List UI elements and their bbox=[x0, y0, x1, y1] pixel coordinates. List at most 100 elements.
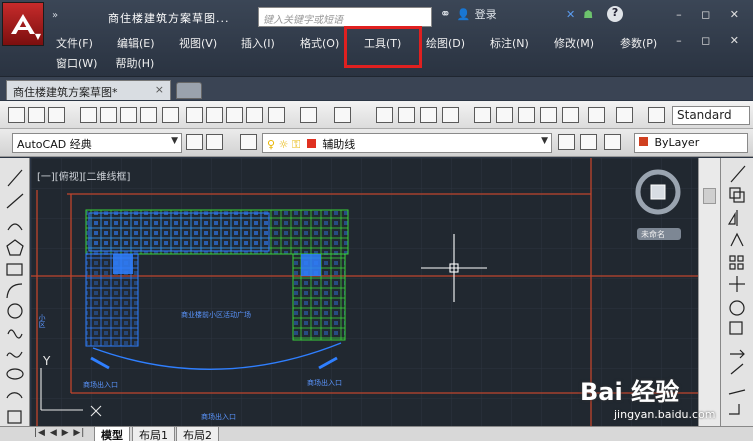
quickcalc-icon[interactable] bbox=[588, 107, 605, 123]
layer-states-icon[interactable] bbox=[604, 134, 621, 150]
workspace-settings-icon[interactable] bbox=[186, 134, 203, 150]
revision-cloud-icon bbox=[7, 329, 23, 339]
match-properties-icon[interactable] bbox=[246, 107, 263, 123]
properties-icon[interactable] bbox=[474, 107, 491, 123]
print-icon[interactable] bbox=[80, 107, 97, 123]
login-button[interactable]: 登录 bbox=[475, 6, 497, 22]
help-icon[interactable] bbox=[616, 107, 633, 123]
autocad-logo-icon bbox=[11, 14, 35, 34]
plot-icon[interactable] bbox=[140, 107, 157, 123]
scale-icon bbox=[729, 321, 743, 335]
side-label: 小区 bbox=[38, 314, 46, 328]
layer-select[interactable]: ♀ ☼ ⚿ 辅助线 ▼ bbox=[262, 133, 552, 153]
tab-layout1[interactable]: 布局1 bbox=[132, 427, 175, 441]
close-icon[interactable]: × bbox=[155, 83, 164, 96]
color-select[interactable]: ByLayer bbox=[634, 133, 748, 153]
offset-icon bbox=[730, 232, 744, 247]
vertical-scrollbar[interactable] bbox=[698, 158, 720, 426]
tab-layout2[interactable]: 布局2 bbox=[176, 427, 219, 441]
extend-icon bbox=[728, 389, 746, 395]
menu-modify[interactable]: 修改(M) bbox=[554, 35, 620, 51]
copy-icon[interactable] bbox=[206, 107, 223, 123]
polygon-icon bbox=[6, 239, 24, 256]
menu-parametric[interactable]: 参数(P) bbox=[620, 35, 657, 51]
new-file-icon[interactable] bbox=[8, 107, 25, 123]
publish-icon[interactable] bbox=[120, 107, 137, 123]
menu-window[interactable]: 窗口(W) bbox=[56, 55, 97, 71]
help-button[interactable]: ? bbox=[607, 6, 624, 22]
menu-view[interactable]: 视图(V) bbox=[179, 35, 241, 51]
layout-nav-arrows[interactable]: |◀ ◀ ▶ ▶| bbox=[34, 428, 85, 438]
account-icon[interactable]: ☗ bbox=[583, 8, 593, 21]
lock-icon: ⚿ bbox=[291, 138, 301, 151]
pan-icon[interactable] bbox=[376, 107, 393, 123]
tab-document-label: 商住楼建筑方案草图* bbox=[13, 86, 118, 99]
fillet-icon bbox=[729, 404, 740, 415]
text-style-icon[interactable] bbox=[648, 107, 665, 123]
chevron-down-icon: ▼ bbox=[171, 136, 178, 146]
viewcube-label[interactable]: 未命名 bbox=[641, 229, 665, 240]
sheet-set-icon[interactable] bbox=[540, 107, 557, 123]
zoom-realtime-icon[interactable] bbox=[398, 107, 415, 123]
workspace-select[interactable]: AutoCAD 经典 ▼ bbox=[12, 133, 182, 153]
watermark-url: jingyan.baidu.com bbox=[614, 408, 716, 421]
menu-insert[interactable]: 插入(I) bbox=[241, 35, 300, 51]
redo-icon[interactable] bbox=[334, 107, 351, 123]
user-icon[interactable]: 👤 bbox=[457, 8, 471, 21]
array-icon bbox=[729, 255, 736, 262]
customize-icon[interactable] bbox=[206, 134, 223, 150]
draw-toolbar bbox=[0, 158, 30, 428]
workspace-select-value: AutoCAD 经典 bbox=[17, 138, 92, 151]
menu-draw[interactable]: 绘图(D) bbox=[426, 35, 490, 51]
menu-file[interactable]: 文件(F) bbox=[56, 35, 117, 51]
viewport-controls-label[interactable]: [一][俯视][二维线框] bbox=[37, 168, 130, 183]
open-file-icon[interactable] bbox=[28, 107, 45, 123]
menu-dimension[interactable]: 标注(N) bbox=[490, 35, 554, 51]
document-window-controls[interactable]: – ◻ ✕ bbox=[676, 34, 747, 47]
ellipse-icon bbox=[6, 368, 24, 380]
tab-model[interactable]: 模型 bbox=[94, 427, 130, 441]
block-editor-icon[interactable] bbox=[268, 107, 285, 123]
tool-palettes-icon[interactable] bbox=[518, 107, 535, 123]
zoom-previous-icon[interactable] bbox=[442, 107, 459, 123]
building-north-rooms bbox=[88, 212, 270, 252]
text-style-select[interactable]: Standard bbox=[672, 106, 750, 125]
search-input[interactable]: 键入关键字或短语 bbox=[258, 7, 432, 27]
color-swatch bbox=[639, 137, 648, 146]
copy-object-icon bbox=[729, 187, 741, 199]
application-menu-button[interactable]: ▼ bbox=[2, 2, 44, 46]
save-icon[interactable] bbox=[48, 107, 65, 123]
design-center-icon[interactable] bbox=[496, 107, 513, 123]
menu-help[interactable]: 帮助(H) bbox=[115, 55, 154, 71]
west-entrance-label: 商场出入口 bbox=[83, 381, 118, 389]
undo-icon[interactable] bbox=[300, 107, 317, 123]
color-select-value: ByLayer bbox=[654, 136, 700, 149]
markup-icon[interactable] bbox=[562, 107, 579, 123]
new-tab-button[interactable] bbox=[176, 82, 202, 99]
sun-icon: ☼ bbox=[278, 138, 289, 151]
print-preview-icon[interactable] bbox=[100, 107, 117, 123]
cut-icon[interactable] bbox=[186, 107, 203, 123]
east-stair-core bbox=[301, 254, 321, 276]
paste-icon[interactable] bbox=[226, 107, 243, 123]
exchange-icon[interactable]: ✕ bbox=[566, 8, 575, 21]
tab-document[interactable]: 商住楼建筑方案草图* × bbox=[6, 80, 171, 100]
binoculars-icon[interactable]: ⚭ bbox=[440, 7, 451, 22]
scrollbar-thumb[interactable] bbox=[703, 188, 716, 204]
3d-dwf-icon[interactable] bbox=[162, 107, 179, 123]
window-controls[interactable]: – ◻ ✕ bbox=[676, 8, 747, 21]
layer-properties-icon[interactable] bbox=[240, 134, 257, 150]
chevron-down-icon: ▼ bbox=[34, 32, 41, 41]
layer-previous-icon[interactable] bbox=[580, 134, 597, 150]
menu-edit[interactable]: 编辑(E) bbox=[117, 35, 179, 51]
rotate-icon bbox=[729, 300, 745, 316]
rectangle-icon bbox=[6, 263, 23, 276]
zoom-window-icon[interactable] bbox=[420, 107, 437, 123]
erase-icon bbox=[730, 165, 746, 183]
east-entrance-label: 商场出入口 bbox=[307, 379, 342, 387]
circle-icon bbox=[7, 303, 23, 319]
layer-select-value: 辅助线 bbox=[322, 138, 356, 151]
make-current-icon[interactable] bbox=[558, 134, 575, 150]
quick-access-expand[interactable]: » bbox=[52, 10, 58, 21]
layers-toolbar: AutoCAD 经典 ▼ ♀ ☼ ⚿ 辅助线 ▼ ByLayer bbox=[0, 129, 753, 157]
